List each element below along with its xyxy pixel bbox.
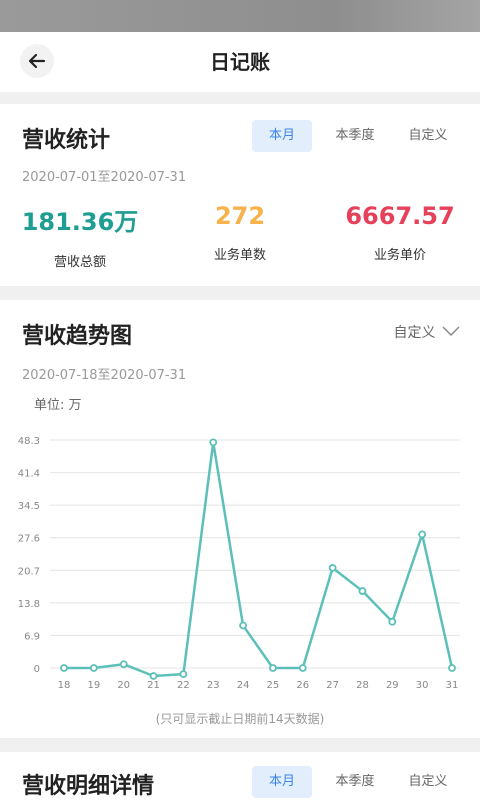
kpi-value: 272	[214, 202, 266, 230]
details-card: 营收明细详情 本月 本季度 自定义	[0, 752, 480, 800]
date-range: 2020-07-01至2020-07-31	[22, 170, 187, 185]
unit-label: 单位: 万	[34, 398, 82, 413]
x-tick-label: 29	[386, 680, 399, 691]
data-point	[448, 664, 456, 672]
tab-this-month[interactable]: 本月	[252, 120, 312, 152]
status-bar	[0, 0, 480, 32]
y-tick-label: 48.3	[18, 436, 40, 447]
data-point	[149, 672, 158, 680]
app-header: 日记账	[0, 32, 480, 92]
x-tick-label: 19	[87, 680, 100, 691]
y-tick-label: 0	[34, 664, 40, 675]
series-line	[64, 441, 454, 678]
trend-card: 营收趋势图 自定义 2020-07-18至2020-07-31 单位: 万 0 6…	[0, 300, 480, 738]
data-point	[89, 664, 98, 672]
x-tick-label: 28	[356, 680, 369, 691]
x-tick-label: 18	[58, 680, 71, 691]
x-tick-label: 21	[147, 680, 160, 691]
y-tick-label: 20.7	[18, 566, 40, 577]
section-title: 营收明细详情	[22, 774, 155, 799]
kpi-value: 6667.57	[345, 202, 455, 230]
data-point	[60, 664, 68, 672]
data-point	[179, 670, 188, 679]
x-tick-label: 23	[207, 680, 220, 691]
data-point	[388, 617, 397, 626]
data-point	[328, 564, 337, 572]
y-tick-label: 13.8	[18, 599, 40, 610]
y-tick-label: 41.4	[18, 469, 40, 480]
tab-this-quarter[interactable]: 本季度	[325, 766, 385, 798]
x-tick-label: 24	[237, 680, 250, 691]
data-point	[239, 621, 247, 630]
kpi-unit-price: 6667.57 业务单价	[320, 202, 480, 263]
x-tick-label: 20	[117, 680, 130, 691]
range-filter-dropdown[interactable]: 自定义	[394, 322, 460, 342]
kpi-order-count: 272 业务单数	[160, 202, 320, 263]
kpi-total-revenue: 181.36万 营收总额	[0, 202, 160, 270]
y-tick-label: 27.6	[18, 534, 40, 545]
data-point	[418, 530, 427, 539]
section-title: 营收统计	[22, 128, 111, 153]
kpi-label: 营收总额	[53, 255, 106, 270]
back-button[interactable]	[20, 44, 54, 78]
period-tabs: 本月 本季度 自定义	[239, 766, 458, 798]
filter-label: 自定义	[393, 325, 436, 341]
y-tick-label: 34.5	[18, 501, 40, 512]
date-range: 2020-07-18至2020-07-31	[22, 368, 187, 383]
x-tick-label: 27	[326, 680, 339, 691]
tab-this-quarter[interactable]: 本季度	[325, 120, 385, 152]
x-tick-label: 22	[177, 680, 190, 691]
revenue-stats-card: 营收统计 本月 本季度 自定义 2020-07-01至2020-07-31 18…	[0, 104, 480, 286]
period-tabs: 本月 本季度 自定义	[239, 120, 458, 152]
data-point	[358, 587, 367, 595]
data-point	[119, 660, 128, 669]
data-point	[298, 664, 307, 672]
x-tick-label: 25	[267, 680, 280, 691]
x-tick-label: 30	[416, 680, 429, 691]
arrow-left-icon	[28, 53, 46, 69]
tab-custom[interactable]: 自定义	[398, 120, 458, 152]
kpi-label: 业务单价	[373, 248, 426, 263]
tab-custom[interactable]: 自定义	[398, 766, 458, 798]
x-tick-label: 31	[446, 680, 459, 691]
tab-this-month[interactable]: 本月	[252, 766, 312, 798]
section-title: 营收趋势图	[22, 324, 133, 349]
chevron-down-icon	[442, 326, 460, 337]
page-title: 日记账	[210, 50, 270, 74]
data-point	[269, 664, 277, 672]
chart-note: (只可显示截止日期前14天数据)	[155, 712, 325, 726]
kpi-value: 181.36万	[21, 208, 139, 236]
revenue-line-chart: 0 6.9 13.8 20.7 27.6 34.5 41.4 48.3 18 19 20 21 22 23…	[18, 436, 460, 691]
kpi-label: 业务单数	[213, 248, 266, 263]
y-tick-label: 6.9	[24, 631, 40, 642]
x-tick-label: 26	[296, 680, 309, 691]
data-point	[209, 438, 218, 447]
